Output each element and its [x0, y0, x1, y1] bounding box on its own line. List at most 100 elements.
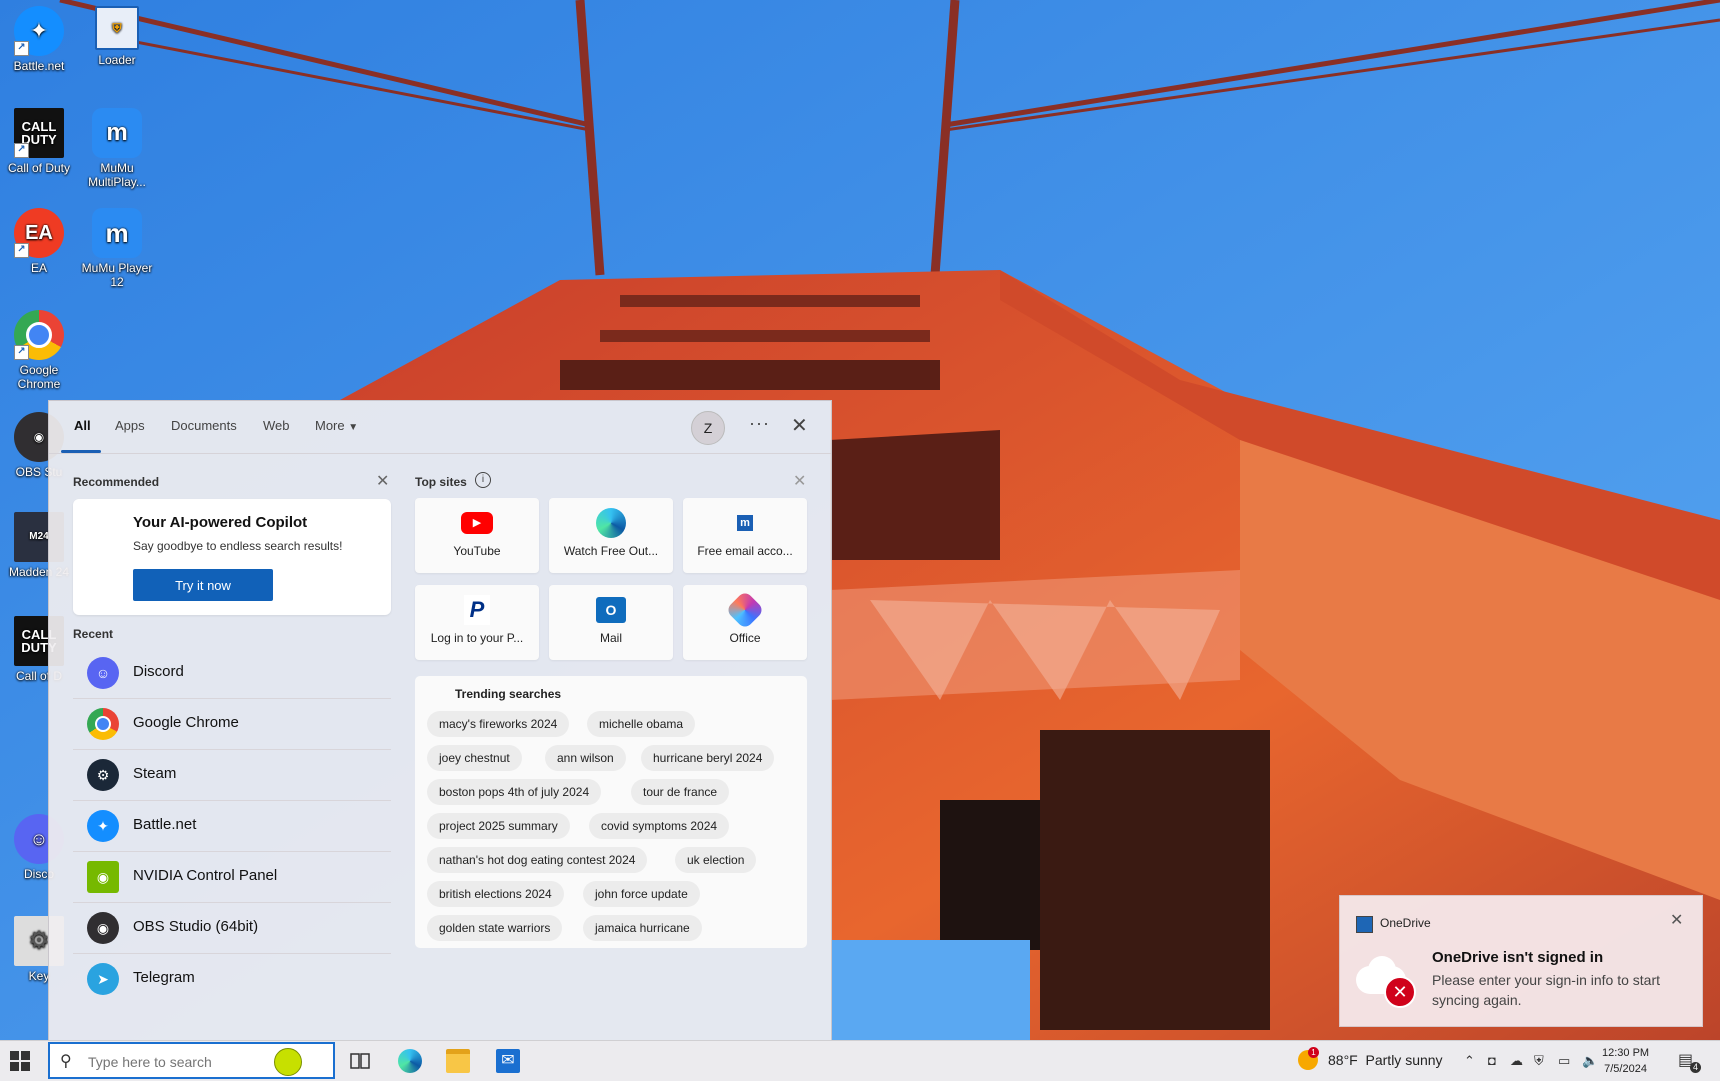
- recent-item-google-chrome[interactable]: Google Chrome: [73, 699, 391, 750]
- dismiss-recommended-icon[interactable]: ✕: [376, 471, 389, 491]
- volume-icon[interactable]: 🔈: [1582, 1053, 1598, 1069]
- onedrive-toast[interactable]: OneDrive ✕ ✕ OneDrive isn't signed in Pl…: [1339, 895, 1703, 1027]
- chevron-up-icon[interactable]: ⌃: [1464, 1053, 1475, 1069]
- weather-badge: 1: [1308, 1047, 1319, 1058]
- tab-web[interactable]: Web: [263, 418, 290, 433]
- trending-chip[interactable]: macy's fireworks 2024: [427, 711, 570, 737]
- desktop-icon-google-chrome[interactable]: ↗ Google Chrome: [0, 310, 78, 391]
- recent-item-discord[interactable]: ☺ Discord: [73, 648, 391, 699]
- trending-chip[interactable]: hurricane beryl 2024: [641, 745, 775, 771]
- trending-chip[interactable]: ann wilson: [545, 745, 626, 771]
- recent-item-label: Steam: [133, 765, 177, 782]
- info-icon[interactable]: i: [475, 472, 491, 488]
- recent-item-obs[interactable]: ◉ OBS Studio (64bit): [73, 903, 391, 954]
- try-it-now-button[interactable]: Try it now: [133, 569, 273, 601]
- trending-chip[interactable]: golden state warriors: [427, 915, 563, 941]
- discord-icon: ☺: [87, 657, 119, 689]
- trending-chip[interactable]: covid symptoms 2024: [589, 813, 730, 839]
- network-icon[interactable]: ▭: [1558, 1053, 1570, 1069]
- mumu-multiplayer-icon: m: [92, 108, 142, 158]
- clock[interactable]: 12:30 PM 7/5/2024: [1602, 1045, 1649, 1077]
- trending-chip[interactable]: nathan's hot dog eating contest 2024: [427, 847, 648, 873]
- more-options-button[interactable]: ···: [749, 413, 770, 434]
- top-site-office[interactable]: Office: [683, 585, 807, 660]
- copilot-card[interactable]: Your AI-powered Copilot Say goodbye to e…: [73, 499, 391, 615]
- nvidia-icon: ◉: [87, 861, 119, 893]
- recent-item-nvidia[interactable]: ◉ NVIDIA Control Panel: [73, 852, 391, 903]
- windows-start-icon[interactable]: [10, 1051, 30, 1071]
- onedrive-icon[interactable]: ☁: [1510, 1053, 1523, 1069]
- trending-chip[interactable]: uk election: [675, 847, 757, 873]
- desktop-icon-loader[interactable]: ⛨ Loader: [78, 6, 156, 67]
- security-icon[interactable]: ⛨: [1534, 1053, 1544, 1069]
- trending-chip[interactable]: joey chestnut: [427, 745, 522, 771]
- recent-item-steam[interactable]: ⚙ Steam: [73, 750, 391, 801]
- avatar[interactable]: Z: [691, 411, 725, 445]
- top-site-paypal[interactable]: P Log in to your P...: [415, 585, 539, 660]
- trending-chip[interactable]: michelle obama: [587, 711, 696, 737]
- file-explorer-icon[interactable]: [446, 1049, 470, 1073]
- loader-icon: ⛨: [95, 6, 139, 50]
- tab-documents[interactable]: Documents: [171, 418, 237, 433]
- chrome-icon: ↗: [14, 310, 64, 360]
- tab-all[interactable]: All: [74, 418, 91, 433]
- desktop-icon-label: Loader: [98, 53, 136, 67]
- mail-icon[interactable]: ✉: [496, 1049, 520, 1073]
- close-icon[interactable]: ✕: [1670, 910, 1683, 930]
- paypal-icon: P: [461, 595, 493, 625]
- top-site-youtube[interactable]: ▶ YouTube: [415, 498, 539, 573]
- top-site-free-email[interactable]: m Free email acco...: [683, 498, 807, 573]
- taskbar-search-box[interactable]: ⚲: [48, 1042, 335, 1079]
- desktop-icon-call-of-duty[interactable]: CALL DUTY ↗ Call of Duty: [0, 108, 78, 175]
- top-site-mail[interactable]: O Mail: [549, 585, 673, 660]
- recommended-title: Recommended: [73, 475, 160, 489]
- chrome-icon: [87, 708, 119, 740]
- recent-item-label: Battle.net: [133, 816, 197, 833]
- meet-now-icon[interactable]: ◘: [1488, 1053, 1496, 1068]
- close-icon[interactable]: ✕: [791, 413, 808, 438]
- shortcut-arrow-icon: ↗: [14, 243, 29, 258]
- trending-searches: Trending searches macy's fireworks 2024 …: [415, 676, 807, 948]
- shortcut-arrow-icon: ↗: [14, 41, 29, 56]
- recent-item-battlenet[interactable]: ✦ Battle.net: [73, 801, 391, 852]
- toast-title: OneDrive isn't signed in: [1432, 949, 1604, 966]
- tab-apps[interactable]: Apps: [115, 418, 145, 433]
- task-view-icon[interactable]: [348, 1049, 372, 1073]
- desktop-icon-mumu-multiplayer[interactable]: m MuMu MultiPlay...: [78, 108, 156, 189]
- desktop-icon-label: Battle.net: [13, 59, 65, 73]
- trending-chip[interactable]: jamaica hurricane: [583, 915, 702, 941]
- weather-temp: 88°F: [1328, 1052, 1358, 1068]
- clock-time: 12:30 PM: [1602, 1047, 1650, 1059]
- copilot-title: Your AI-powered Copilot: [133, 514, 308, 531]
- search-tabs: All Apps Documents Web More ▼ Z ··· ✕: [49, 401, 831, 454]
- desktop-icon-label: MuMu Player 12: [81, 261, 153, 289]
- mail-site-icon: m: [729, 508, 761, 538]
- office-icon: [725, 590, 765, 630]
- top-site-watch-free[interactable]: Watch Free Out...: [549, 498, 673, 573]
- trending-chip[interactable]: boston pops 4th of july 2024: [427, 779, 602, 805]
- recent-item-label: Google Chrome: [133, 714, 239, 731]
- top-site-label: Mail: [599, 631, 622, 645]
- desktop-icon-battlenet[interactable]: ✦ ↗ Battle.net: [0, 6, 78, 73]
- recent-item-label: Telegram: [133, 969, 195, 986]
- trending-chip[interactable]: tour de france: [631, 779, 730, 805]
- tennis-doodle-icon: [274, 1048, 302, 1076]
- desktop-icon-ea[interactable]: EA ↗ EA: [0, 208, 78, 275]
- top-site-label: YouTube: [453, 544, 501, 558]
- dismiss-top-sites-icon[interactable]: ✕: [793, 471, 806, 491]
- search-icon: ⚲: [60, 1053, 72, 1070]
- outlook-icon: O: [595, 595, 627, 625]
- tab-more[interactable]: More ▼: [315, 418, 358, 433]
- desktop-icon-mumu-player[interactable]: m MuMu Player 12: [78, 208, 156, 289]
- trending-chip[interactable]: british elections 2024: [427, 881, 564, 907]
- trending-chip[interactable]: john force update: [583, 881, 700, 907]
- weather-widget[interactable]: 88°F Partly sunny: [1328, 1052, 1443, 1068]
- edge-icon[interactable]: [398, 1049, 422, 1073]
- trending-chip[interactable]: project 2025 summary: [427, 813, 570, 839]
- top-site-label: Watch Free Out...: [563, 544, 659, 558]
- recent-item-telegram[interactable]: ➤ Telegram: [73, 954, 391, 1004]
- toast-body: Please enter your sign-in info to start …: [1432, 972, 1661, 1008]
- taskbar: ⚲ ✉ 1 88°F Partly sunny ⌃ ◘ ☁ ⛨ ▭ 🔈 12:3…: [0, 1040, 1720, 1081]
- search-input[interactable]: [86, 1053, 270, 1071]
- call-of-duty-icon: CALL DUTY ↗: [14, 108, 64, 158]
